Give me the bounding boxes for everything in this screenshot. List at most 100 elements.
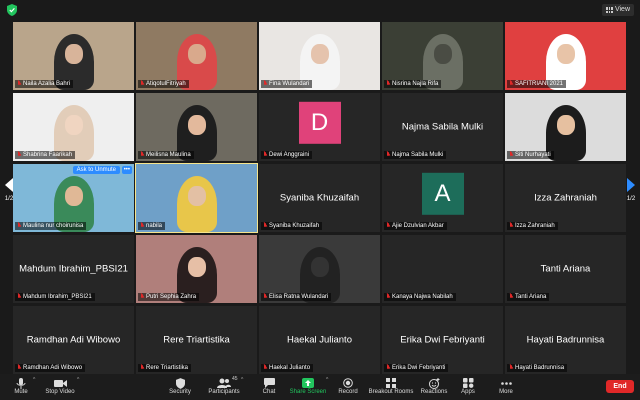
participant-tile[interactable]: Nisrina Najla Rifa: [382, 22, 503, 90]
participant-tile[interactable]: Elisa Ratna Wulandari: [259, 235, 380, 303]
participant-avatar: A: [421, 172, 464, 215]
participant-tile[interactable]: Syaniba Khuzaifah Syaniba Khuzaifah: [259, 164, 380, 232]
participant-name-text: Rere Triartistika: [146, 365, 189, 371]
share-options-caret-icon[interactable]: ^: [326, 377, 328, 383]
participant-name-label: Ajie Dzulvian Akbar: [384, 222, 447, 230]
participant-name-text: Putri Sephia Zahra: [146, 294, 197, 300]
reactions-button[interactable]: Reactions: [419, 377, 449, 395]
participant-name-text: SAFITRIANI 2021: [515, 81, 564, 87]
share-screen-label: Share Screen: [289, 389, 327, 395]
participant-name-text: Najma Sabila Mulki: [392, 152, 444, 158]
participant-name-display: Tanti Ariana: [540, 263, 591, 275]
participant-name-text: Siti Nurhayati: [515, 152, 551, 158]
participant-tile[interactable]: Shabrina Faarikah: [13, 93, 134, 161]
participants-button[interactable]: 45 Participants: [206, 376, 242, 395]
participant-avatar: D: [298, 101, 341, 144]
muted-mic-icon: [263, 294, 267, 300]
participant-tile[interactable]: D Dewi Anggraini: [259, 93, 380, 161]
chat-label: Chat: [262, 389, 276, 395]
participant-tile[interactable]: Mahdum Ibrahim_PBSI21 Mahdum Ibrahim_PBSI…: [13, 235, 134, 303]
stop-video-button[interactable]: Stop Video: [42, 377, 78, 395]
participant-tile[interactable]: Rere Triartistika Rere Triartistika: [136, 306, 257, 374]
participants-options-caret-icon[interactable]: ^: [241, 377, 243, 383]
participant-name-text: Mahdum Ibrahim_PBSI21: [23, 294, 92, 300]
muted-mic-icon: [509, 294, 513, 300]
participant-tile[interactable]: Fina Wulandari: [259, 22, 380, 90]
participant-name-display: Mahdum Ibrahim_PBSI21: [19, 263, 128, 275]
muted-mic-icon: [509, 152, 513, 158]
participant-tile[interactable]: Putri Sephia Zahra: [136, 235, 257, 303]
ask-to-unmute-button[interactable]: Ask to Unmute: [72, 166, 120, 174]
apps-button[interactable]: Apps: [456, 377, 480, 395]
view-button[interactable]: View: [601, 4, 634, 16]
apps-icon: [462, 378, 473, 388]
participant-tile[interactable]: Meilisna Maulina: [136, 93, 257, 161]
chat-button[interactable]: Chat: [257, 377, 281, 395]
meeting-toolbar: Mute ^ Stop Video ^ Security 45 Particip…: [0, 374, 640, 400]
participant-name-label: Najma Sabila Mulki: [384, 151, 447, 159]
share-screen-button[interactable]: Share Screen: [289, 377, 327, 395]
participant-name-label: AtiqotulFitriyah: [138, 80, 189, 88]
participant-name-label: Siti Nurhayati: [507, 151, 554, 159]
participant-name-text: Tanti Ariana: [515, 294, 547, 300]
mute-button[interactable]: Mute: [8, 377, 34, 395]
participant-name-label: Fina Wulandari: [261, 80, 313, 88]
participant-tile[interactable]: Tanti Ariana Tanti Ariana: [505, 235, 626, 303]
more-button[interactable]: More: [494, 377, 518, 395]
video-gallery: Naila Azalia Bahri AtiqotulFitriyah Fina W…: [12, 22, 628, 374]
participant-tile[interactable]: Kanaya Najwa Nabilah: [382, 235, 503, 303]
grid-view-icon: [605, 7, 613, 13]
breakout-rooms-button[interactable]: Breakout Rooms: [368, 377, 414, 395]
participant-name-label: Erika Dwi Febriyanti: [384, 364, 449, 372]
participant-name-label: Rere Triartistika: [138, 364, 192, 372]
participant-name-text: Ajie Dzulvian Akbar: [392, 223, 444, 229]
participant-name-label: Dewi Anggraini: [261, 151, 313, 159]
mute-options-caret-icon[interactable]: ^: [33, 377, 35, 383]
video-camera-icon: [53, 379, 67, 387]
participant-tile[interactable]: Ask to Unmute ••• Maulina nur choirunisa: [13, 164, 134, 232]
participant-tile[interactable]: Hayati Badrunnisa Hayati Badrunnisa: [505, 306, 626, 374]
muted-mic-icon: [140, 152, 144, 158]
participant-tile[interactable]: nabila: [135, 163, 258, 233]
participant-tile[interactable]: SAFITRIANI 2021: [505, 22, 626, 90]
muted-mic-icon: [386, 294, 390, 300]
participant-tile[interactable]: Ramdhan Adi Wibowo Ramdhan Adi Wibowo: [13, 306, 134, 374]
participant-name-label: Syaniba Khuzaifah: [261, 222, 323, 230]
participant-tile[interactable]: Erika Dwi Febriyanti Erika Dwi Febriyanti: [382, 306, 503, 374]
participant-name-label: Maulina nur choirunisa: [15, 222, 87, 230]
participant-tile[interactable]: Izza Zahraniah Izza Zahraniah: [505, 164, 626, 232]
security-button[interactable]: Security: [166, 377, 194, 395]
participant-name-text: Naila Azalia Bahri: [23, 81, 71, 87]
muted-mic-icon: [17, 81, 21, 87]
participant-name-text: Fina Wulandari: [269, 81, 310, 87]
participant-name-label: Ramdhan Adi Wibowo: [15, 364, 86, 372]
shield-icon: [175, 377, 185, 389]
participant-name-label: Mahdum Ibrahim_PBSI21: [15, 293, 95, 301]
participant-name-text: Meilisna Maulina: [146, 152, 191, 158]
end-meeting-button[interactable]: End: [606, 380, 634, 393]
participant-name-label: Nisrina Najla Rifa: [384, 80, 442, 88]
share-screen-icon: [302, 378, 314, 388]
participant-name-text: Erika Dwi Febriyanti: [392, 365, 446, 371]
participant-tile[interactable]: AtiqotulFitriyah: [136, 22, 257, 90]
microphone-icon: [16, 377, 26, 389]
mute-label: Mute: [14, 389, 28, 395]
participant-name-display: Ramdhan Adi Wibowo: [26, 334, 121, 346]
record-button[interactable]: Record: [336, 377, 360, 395]
muted-mic-icon: [140, 223, 144, 229]
participant-name-display: Hayati Badrunnisa: [526, 334, 605, 346]
participant-name-label: Tanti Ariana: [507, 293, 550, 301]
participant-tile[interactable]: Siti Nurhayati: [505, 93, 626, 161]
muted-mic-icon: [509, 365, 513, 371]
tile-more-options-button[interactable]: •••: [121, 166, 132, 174]
security-shield-icon[interactable]: [7, 4, 17, 16]
participant-tile[interactable]: Naila Azalia Bahri: [13, 22, 134, 90]
participant-name-label: Kanaya Najwa Nabilah: [384, 293, 456, 301]
video-options-caret-icon[interactable]: ^: [77, 377, 79, 383]
participant-tile[interactable]: Najma Sabila Mulki Najma Sabila Mulki: [382, 93, 503, 161]
muted-mic-icon: [263, 223, 267, 229]
participant-tile[interactable]: A Ajie Dzulvian Akbar: [382, 164, 503, 232]
muted-mic-icon: [386, 365, 390, 371]
participant-tile[interactable]: Haekal Julianto Haekal Julianto: [259, 306, 380, 374]
apps-label: Apps: [461, 389, 475, 395]
